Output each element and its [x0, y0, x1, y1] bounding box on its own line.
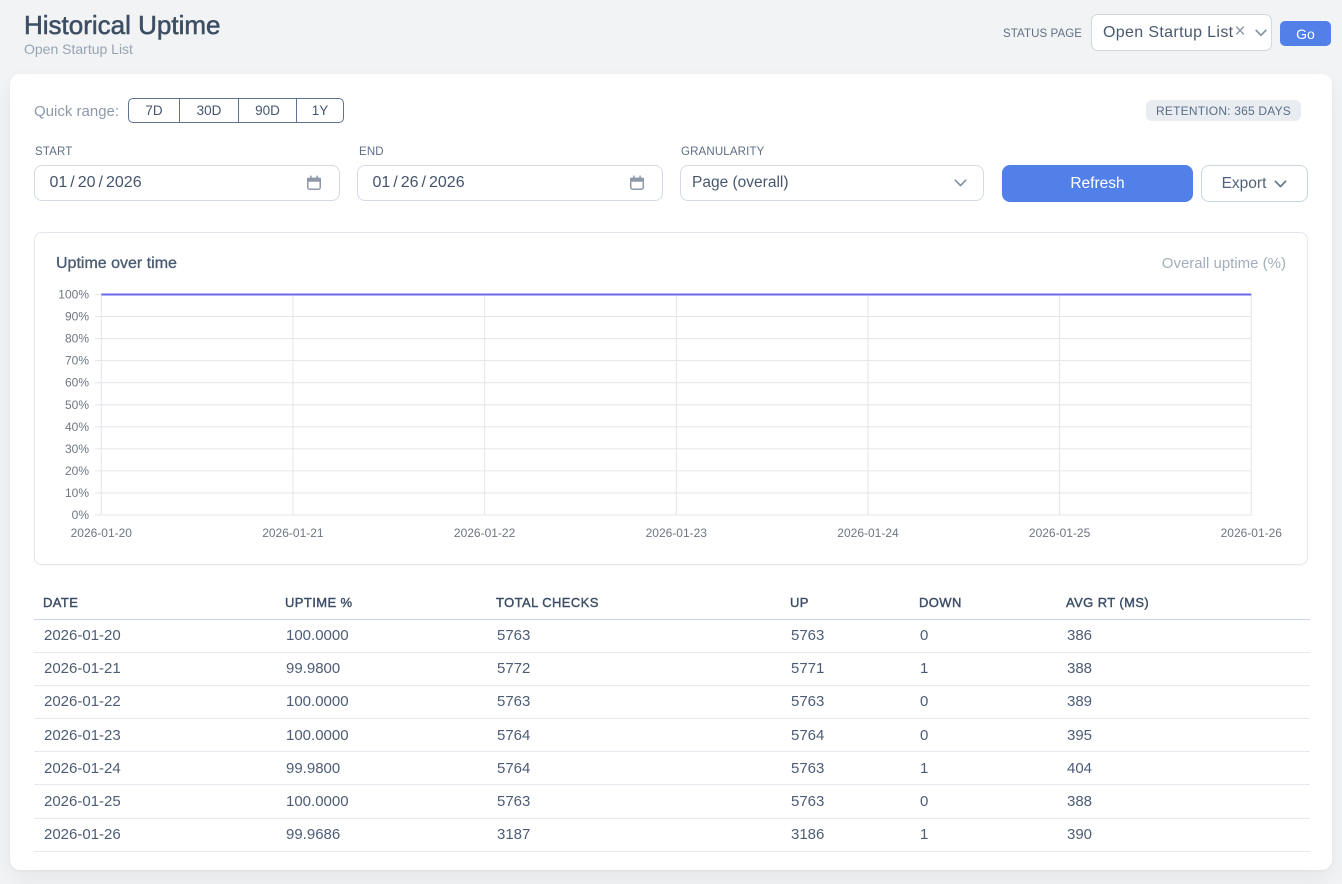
svg-text:20%: 20%: [65, 464, 89, 478]
svg-text:100%: 100%: [58, 288, 89, 302]
svg-text:2026-01-20: 2026-01-20: [71, 526, 133, 540]
svg-text:70%: 70%: [65, 354, 89, 368]
svg-text:2026-01-23: 2026-01-23: [646, 526, 708, 540]
svg-text:2026-01-21: 2026-01-21: [262, 526, 324, 540]
svg-text:10%: 10%: [65, 486, 89, 500]
svg-text:2026-01-22: 2026-01-22: [454, 526, 516, 540]
svg-text:30%: 30%: [65, 442, 89, 456]
svg-text:0%: 0%: [72, 508, 90, 522]
svg-text:50%: 50%: [65, 398, 89, 412]
svg-text:2026-01-24: 2026-01-24: [837, 526, 899, 540]
svg-text:2026-01-25: 2026-01-25: [1029, 526, 1091, 540]
svg-text:40%: 40%: [65, 420, 89, 434]
svg-text:2026-01-26: 2026-01-26: [1221, 526, 1283, 540]
svg-text:60%: 60%: [65, 376, 89, 390]
svg-text:90%: 90%: [65, 310, 89, 324]
svg-text:80%: 80%: [65, 332, 89, 346]
